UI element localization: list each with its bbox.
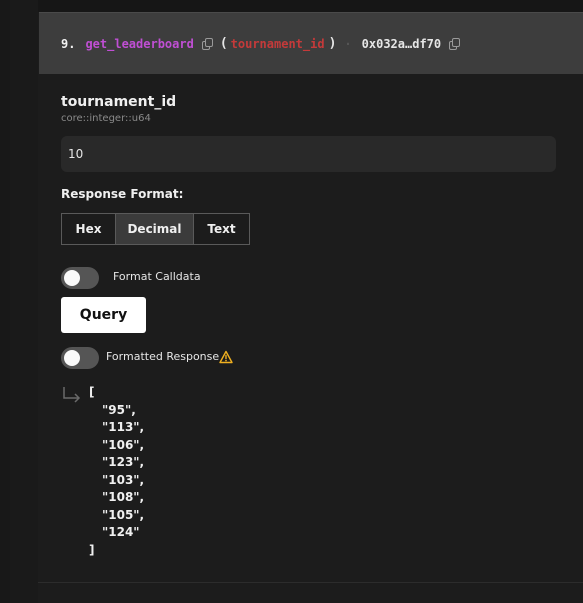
result-close-bracket: ]	[89, 542, 95, 557]
warning-icon[interactable]	[219, 350, 233, 364]
toggle-knob	[64, 350, 80, 366]
left-rail	[0, 0, 10, 603]
result-item: "123",	[102, 455, 145, 469]
open-paren: (	[219, 36, 228, 51]
result-item: "113",	[102, 420, 145, 434]
formatted-response-toggle[interactable]	[61, 347, 99, 369]
result-item: "108",	[102, 490, 145, 504]
param-name-label: tournament_id	[61, 94, 177, 110]
function-name: get_leaderboard	[85, 36, 194, 51]
result-item: "95",	[102, 402, 136, 417]
result-item: "106",	[102, 437, 145, 452]
contract-address: 0x032a…df70	[361, 36, 442, 51]
result-item: "124"	[102, 525, 140, 539]
query-result: [ "95", "113", "106", "123", "103", "108", "10…	[89, 384, 144, 559]
return-arrow-icon	[63, 387, 81, 403]
format-calldata-label: Format Calldata	[113, 270, 201, 283]
toggle-knob	[64, 270, 80, 286]
separator-dot: ·	[344, 36, 352, 51]
query-button[interactable]: Query	[61, 297, 146, 333]
param-type-label: core::integer::u64	[61, 113, 151, 124]
format-calldata-toggle[interactable]	[61, 267, 99, 289]
tournament-id-input[interactable]	[61, 136, 556, 172]
formatted-response-label: Formatted Response	[106, 350, 220, 363]
divider	[38, 582, 583, 583]
copy-address-icon[interactable]	[449, 37, 461, 50]
format-decimal-button[interactable]: Decimal	[116, 214, 194, 244]
format-text-button[interactable]: Text	[194, 214, 249, 244]
gutter	[10, 0, 39, 603]
response-format-label: Response Format:	[61, 187, 184, 201]
result-open-bracket: [	[89, 385, 95, 399]
result-item: "105",	[102, 507, 145, 522]
function-header[interactable]: 9. get_leaderboard ( tournament_id ) · 0…	[39, 12, 583, 74]
function-param: tournament_id	[230, 36, 325, 51]
function-index: 9.	[61, 36, 76, 51]
copy-icon[interactable]	[201, 37, 214, 50]
top-strip	[38, 0, 583, 12]
format-hex-button[interactable]: Hex	[62, 214, 116, 244]
close-paren: )	[328, 36, 337, 51]
response-format-selector: Hex Decimal Text	[61, 213, 250, 245]
result-item: "103",	[102, 472, 145, 487]
